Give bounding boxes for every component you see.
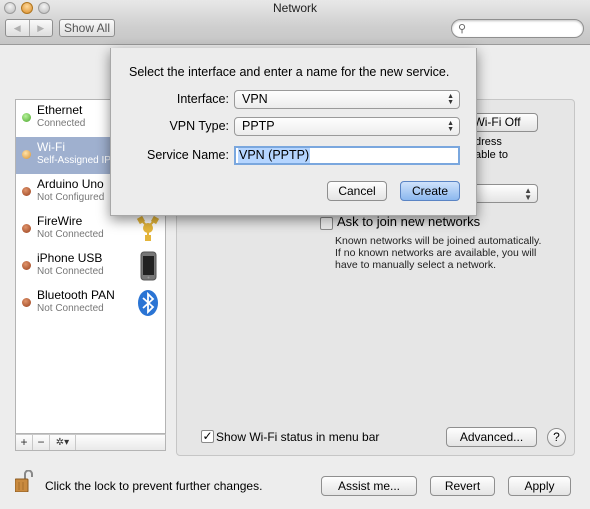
remove-service-button[interactable]: − xyxy=(33,435,50,450)
wifi-status-description: dress able to xyxy=(475,136,508,162)
status-dot-icon xyxy=(22,224,31,233)
service-status: Not Connected xyxy=(37,266,104,277)
lock-icon[interactable] xyxy=(15,470,33,492)
back-forward-control: ◀ ▶ xyxy=(5,19,53,37)
interface-select[interactable]: VPN ▲ ▼ xyxy=(234,90,460,109)
service-list-toolbar: + − ✲▾ xyxy=(15,434,166,451)
updown-arrows-icon: ▲ ▼ xyxy=(524,186,532,202)
service-item-firewire[interactable]: FireWire Not Connected xyxy=(16,211,165,248)
gear-menu-button[interactable]: ✲▾ xyxy=(50,435,76,450)
turn-wifi-off-label: Wi-Fi Off xyxy=(473,115,521,129)
add-service-button[interactable]: + xyxy=(16,435,33,450)
vpn-type-label: VPN Type: xyxy=(169,119,229,133)
show-all-button[interactable]: Show All xyxy=(59,19,115,37)
search-icon: ⚲ xyxy=(458,23,467,35)
status-dot-icon xyxy=(22,150,31,159)
updown-arrows-icon: ▲ ▼ xyxy=(447,93,454,106)
back-icon[interactable]: ◀ xyxy=(6,20,30,36)
status-dot-icon xyxy=(22,261,31,270)
interface-label: Interface: xyxy=(176,92,229,106)
status-dot-icon xyxy=(22,298,31,307)
service-name: Arduino Uno xyxy=(37,177,104,191)
new-service-sheet: Select the interface and enter a name fo… xyxy=(110,48,477,216)
vpn-type-select[interactable]: PPTP ▲ ▼ xyxy=(234,117,460,136)
service-status: Not Connected xyxy=(37,229,104,240)
bluetooth-icon xyxy=(138,290,158,316)
create-button[interactable]: Create xyxy=(400,181,460,201)
service-name: iPhone USB xyxy=(37,251,103,265)
firewire-icon xyxy=(136,215,160,241)
status-dot-icon xyxy=(22,113,31,122)
revert-button[interactable]: Revert xyxy=(430,476,495,496)
service-name-value: VPN (PPTP) xyxy=(238,148,311,163)
assist-me-button[interactable]: Assist me... xyxy=(321,476,417,496)
apply-button[interactable]: Apply xyxy=(508,476,571,496)
vpn-type-value: PPTP xyxy=(242,119,275,133)
service-status: Self-Assigned IP xyxy=(37,155,111,166)
forward-icon[interactable]: ▶ xyxy=(30,20,53,36)
status-dot-icon xyxy=(22,187,31,196)
service-status: Not Configured xyxy=(37,192,105,203)
ask-join-label: Ask to join new networks xyxy=(337,214,481,229)
iphone-icon xyxy=(140,251,157,281)
cancel-button[interactable]: Cancel xyxy=(327,181,387,201)
service-name-label: Service Name: xyxy=(147,148,229,162)
advanced-button[interactable]: Advanced... xyxy=(446,427,537,447)
search-input[interactable]: ⚲ xyxy=(451,19,584,38)
status-line-1: dress xyxy=(475,136,502,148)
sheet-instructions: Select the interface and enter a name fo… xyxy=(129,65,450,79)
service-name: Bluetooth PAN xyxy=(37,288,115,302)
service-status: Not Connected xyxy=(37,303,104,314)
service-item-iphone-usb[interactable]: iPhone USB Not Connected xyxy=(16,248,165,285)
window-title: Network xyxy=(272,1,317,15)
window-titlebar: Network ◀ ▶ Show All ⚲ xyxy=(0,0,590,45)
service-name: Ethernet xyxy=(37,103,83,117)
service-item-bluetooth-pan[interactable]: Bluetooth PAN Not Connected xyxy=(16,285,165,322)
service-name-input[interactable]: VPN (PPTP) xyxy=(234,146,460,165)
ask-join-checkbox[interactable] xyxy=(320,217,333,230)
status-line-2: able to xyxy=(475,149,509,161)
service-name: Wi-Fi xyxy=(37,140,65,154)
lock-message: Click the lock to prevent further change… xyxy=(45,479,263,493)
service-status: Connected xyxy=(37,118,86,129)
service-name: FireWire xyxy=(37,214,83,228)
help-button[interactable]: ? xyxy=(547,428,566,447)
interface-value: VPN xyxy=(242,92,268,106)
show-status-label: Show Wi-Fi status in menu bar xyxy=(216,430,380,444)
updown-arrows-icon: ▲ ▼ xyxy=(447,120,454,133)
ask-join-description: Known networks will be joined automatica… xyxy=(335,235,542,271)
show-status-checkbox[interactable]: ✓ xyxy=(201,430,214,443)
